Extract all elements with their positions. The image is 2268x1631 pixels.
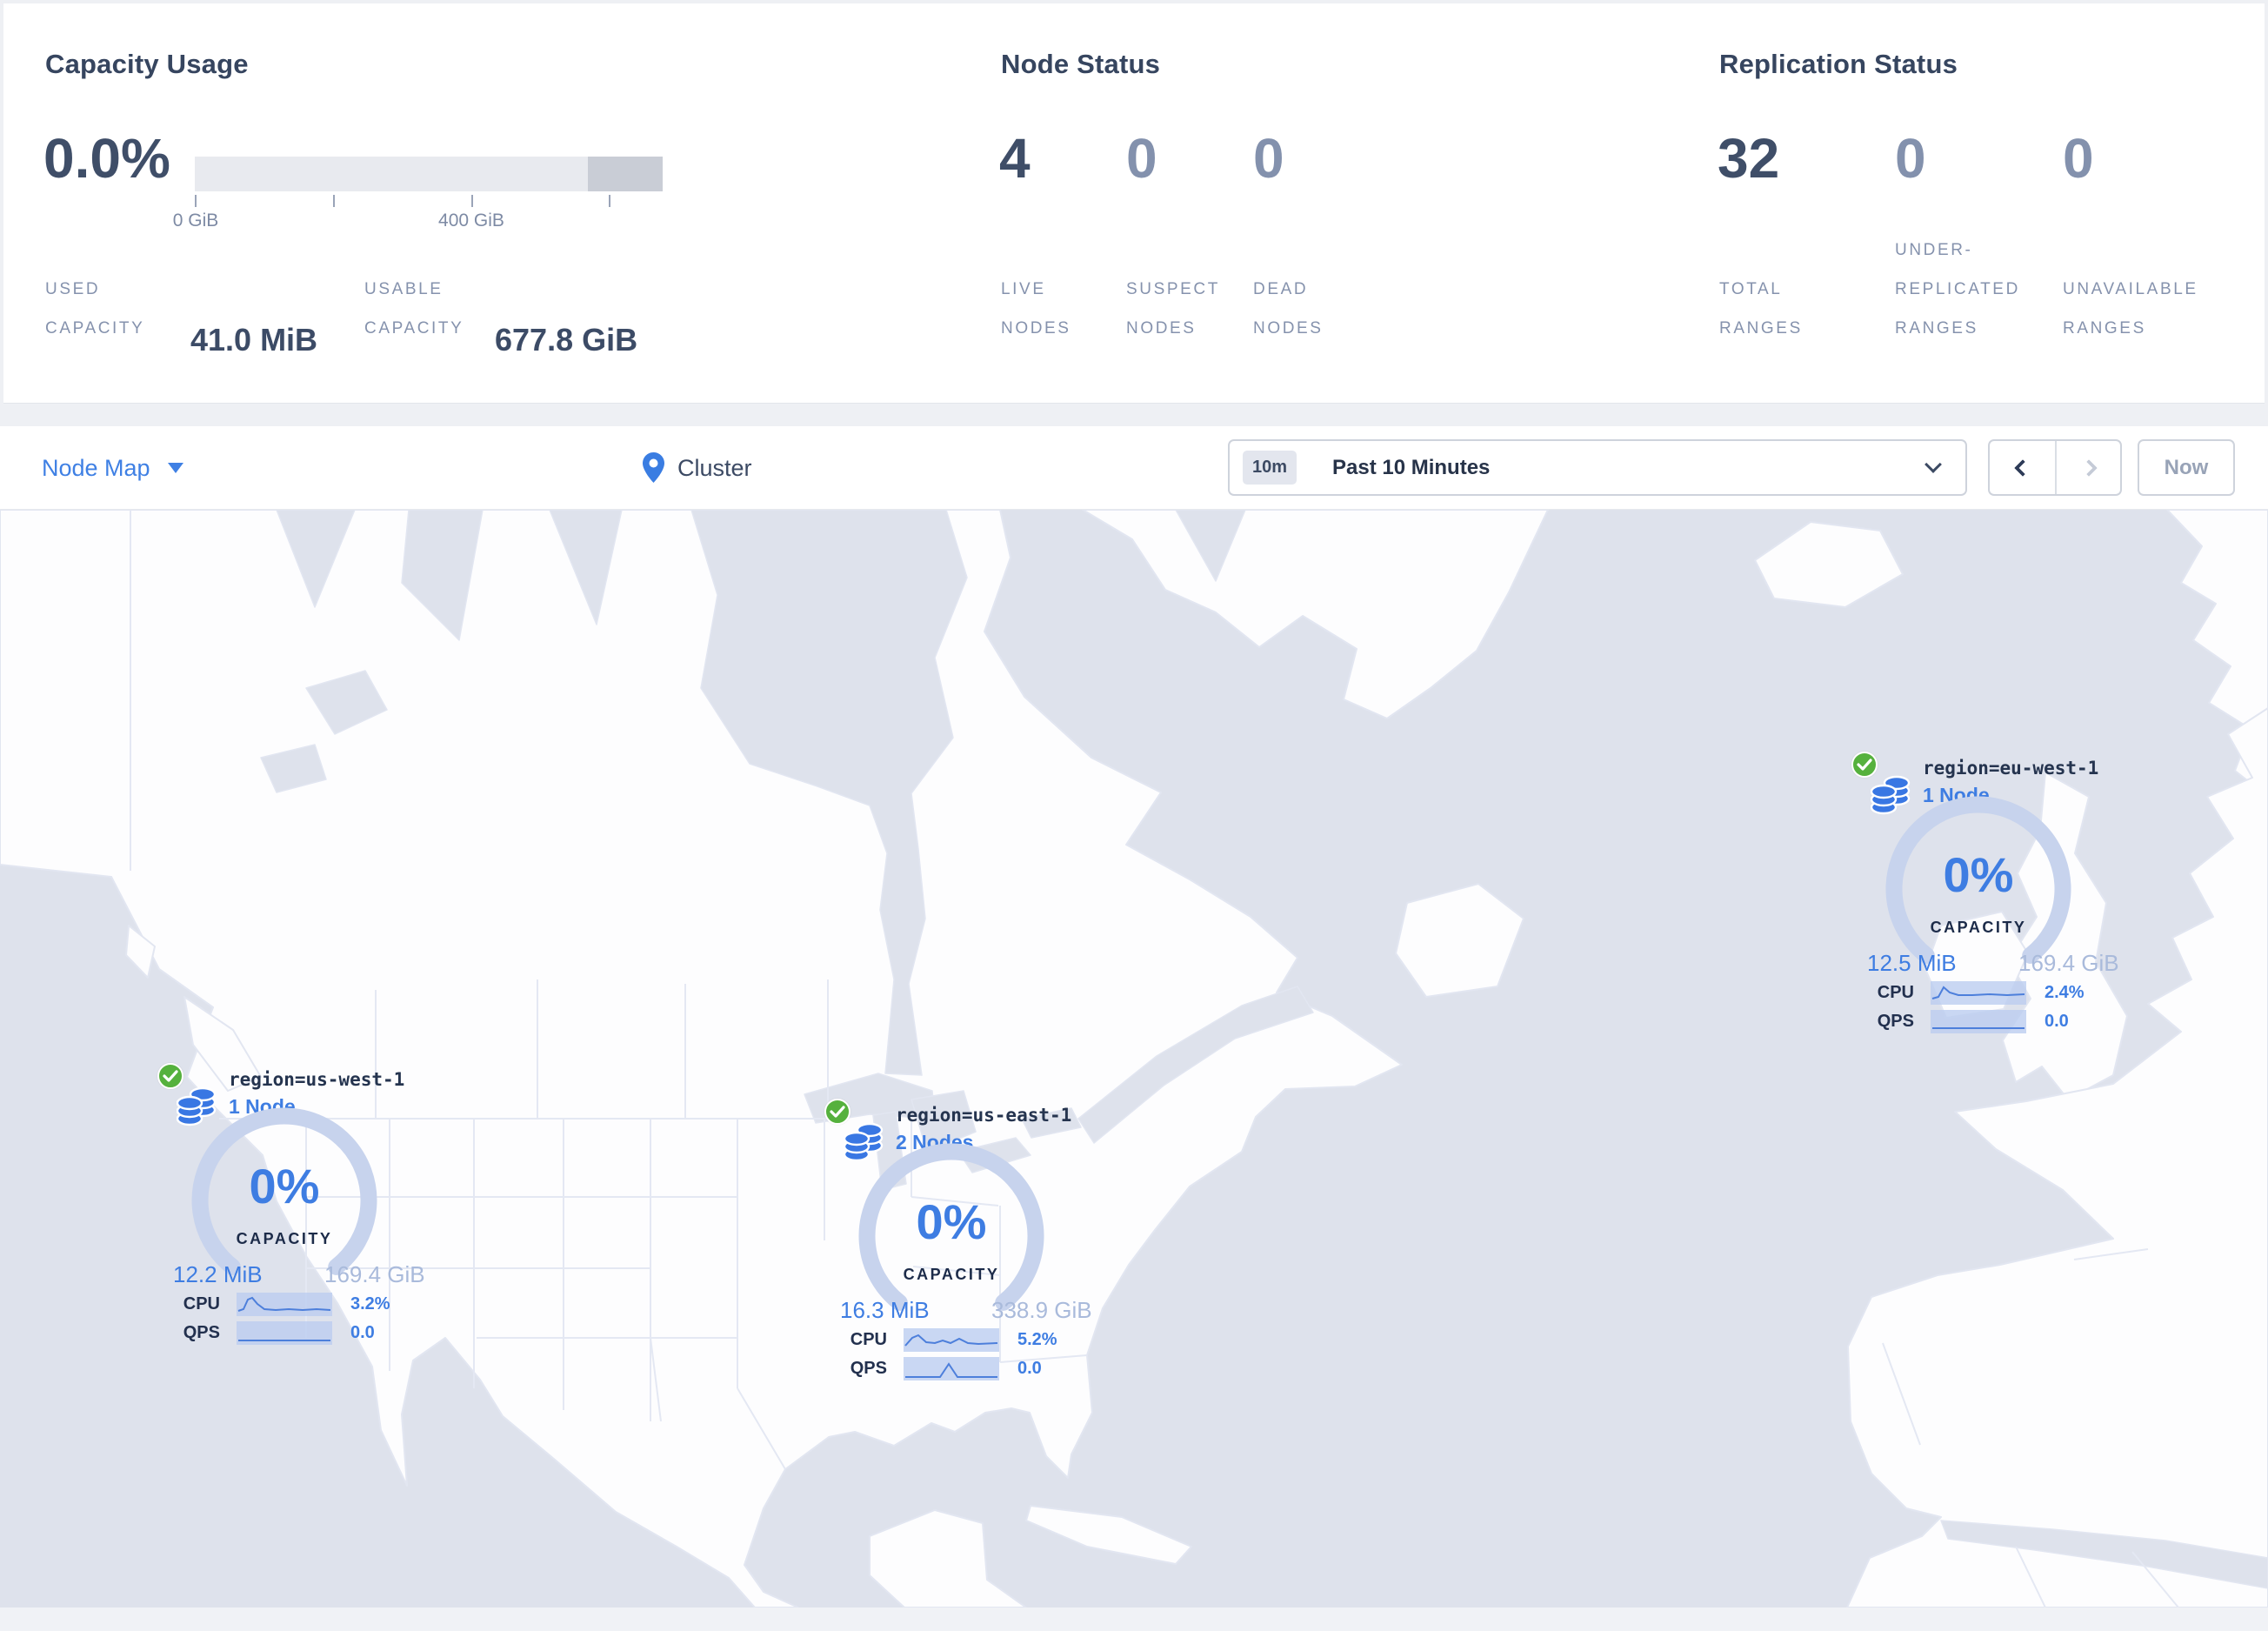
view-selector-label: Node Map <box>42 454 150 481</box>
used-capacity-value: 41.0 MiB <box>190 322 318 358</box>
region-markers-layer: region=us-west-1 1 Node 0% CAPACITY 12.2… <box>0 510 2268 1608</box>
chevron-right-icon <box>2079 458 2098 477</box>
unavailable-ranges-label: UNAVAILABLE RANGES <box>2063 280 2198 338</box>
replication-status-title: Replication Status <box>1719 49 1958 79</box>
suspect-nodes-label: SUSPECT NODES <box>1126 280 1220 338</box>
region-usable-capacity: 338.9 GiB <box>991 1297 1092 1323</box>
breadcrumb-label: Cluster <box>677 454 752 481</box>
caret-down-icon <box>167 463 183 473</box>
view-selector-dropdown[interactable]: Node Map <box>42 426 183 510</box>
chevron-down-icon <box>1924 456 1942 473</box>
cpu-value: 2.4% <box>2045 983 2085 1002</box>
usable-capacity-label: USABLE CAPACITY <box>364 280 464 338</box>
usable-capacity-value: 677.8 GiB <box>495 322 638 358</box>
map-pin-icon <box>643 452 664 483</box>
capacity-gauge-label: CAPACITY <box>1930 919 2027 936</box>
region-used-capacity: 12.5 MiB <box>1867 950 1957 976</box>
qps-sparkline <box>904 1357 999 1380</box>
cpu-sparkline <box>1931 981 2026 1005</box>
capacity-gauge-label: CAPACITY <box>903 1266 1000 1283</box>
total-ranges-count: 32 <box>1718 127 1780 190</box>
under-replicated-ranges-label: UNDER-REPLICATED RANGES <box>1895 241 2020 338</box>
qps-sparkline <box>1931 1010 2026 1033</box>
cpu-value: 5.2% <box>1017 1330 1057 1349</box>
capacity-bar-tick-label: 0 GiB <box>172 211 219 231</box>
time-range-pager <box>1988 439 2122 496</box>
time-range-label: Past 10 Minutes <box>1332 456 1491 479</box>
capacity-used-percent: 0.0% <box>43 127 170 190</box>
capacity-bar-tick <box>195 195 197 207</box>
node-status-title: Node Status <box>1001 49 1161 79</box>
capacity-gauge-percent: 0% <box>916 1194 987 1249</box>
region-locality-label: region=us-west-1 <box>229 1069 405 1090</box>
chevron-left-icon <box>2013 458 2031 477</box>
region-used-capacity: 12.2 MiB <box>173 1261 263 1287</box>
cpu-value: 3.2% <box>350 1294 390 1313</box>
qps-value: 0.0 <box>1017 1359 1042 1378</box>
cpu-label: CPU <box>850 1330 887 1349</box>
map-footer-strip <box>0 1608 2268 1631</box>
capacity-bar-tick <box>333 195 335 207</box>
qps-label: QPS <box>183 1323 220 1342</box>
capacity-bar-nonusable-segment <box>588 157 663 191</box>
qps-label: QPS <box>1877 1012 1914 1031</box>
time-range-dropdown[interactable]: 10m Past 10 Minutes <box>1228 439 1967 496</box>
qps-label: QPS <box>850 1359 887 1378</box>
region-locality-label: region=eu-west-1 <box>1923 758 2099 779</box>
region-usable-capacity: 169.4 GiB <box>2018 950 2119 976</box>
cpu-label: CPU <box>183 1294 220 1313</box>
total-ranges-label: TOTAL RANGES <box>1719 280 1803 338</box>
under-replicated-ranges-count: 0 <box>1895 127 1926 190</box>
capacity-bar-tick <box>471 195 473 207</box>
qps-value: 0.0 <box>2045 1012 2069 1031</box>
region-usable-capacity: 169.4 GiB <box>324 1261 425 1287</box>
dead-nodes-label: DEAD NODES <box>1253 280 1324 338</box>
cpu-label: CPU <box>1877 983 1914 1002</box>
capacity-usage-title: Capacity Usage <box>45 49 249 79</box>
live-nodes-count: 4 <box>999 127 1031 190</box>
time-range-badge: 10m <box>1243 451 1297 485</box>
qps-value: 0.0 <box>350 1323 375 1342</box>
cpu-sparkline <box>237 1293 332 1316</box>
capacity-bar: 0 GiB 400 GiB <box>173 157 663 231</box>
node-map: region=us-west-1 1 Node 0% CAPACITY 12.2… <box>0 510 2268 1608</box>
region-locality-label: region=us-east-1 <box>896 1105 1072 1126</box>
capacity-gauge-label: CAPACITY <box>236 1230 333 1247</box>
capacity-bar-tick <box>609 195 610 207</box>
breadcrumb[interactable]: Cluster <box>642 426 752 510</box>
time-prev-button[interactable] <box>1990 441 2055 494</box>
qps-sparkline <box>237 1321 332 1345</box>
cluster-summary-panel: Capacity Usage 0.0% 0 GiB 400 GiB USED C… <box>3 3 2265 404</box>
capacity-gauge-percent: 0% <box>249 1159 320 1213</box>
capacity-bar-tick-label: 400 GiB <box>438 211 504 231</box>
dead-nodes-count: 0 <box>1253 127 1284 190</box>
now-button[interactable]: Now <box>2138 439 2235 496</box>
cpu-sparkline <box>904 1328 999 1352</box>
used-capacity-label: USED CAPACITY <box>45 280 145 338</box>
capacity-gauge-percent: 0% <box>1943 847 2014 902</box>
live-nodes-label: LIVE NODES <box>1001 280 1071 338</box>
unavailable-ranges-count: 0 <box>2063 127 2094 190</box>
map-toolbar: Node Map Cluster 10m Past 10 Minutes Now <box>0 426 2268 510</box>
time-next-button[interactable] <box>2055 441 2120 494</box>
suspect-nodes-count: 0 <box>1126 127 1157 190</box>
region-used-capacity: 16.3 MiB <box>840 1297 930 1323</box>
